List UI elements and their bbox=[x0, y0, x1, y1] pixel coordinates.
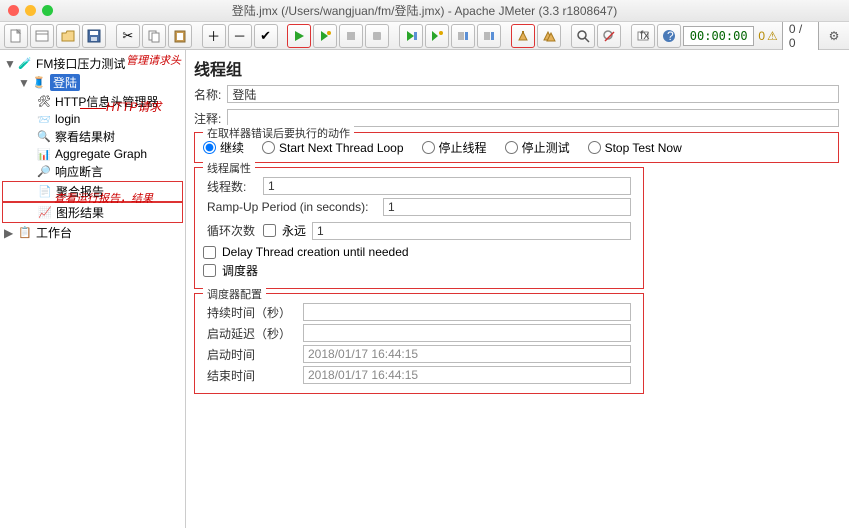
http-icon: 📨 bbox=[36, 112, 52, 126]
end-time-field[interactable] bbox=[303, 366, 631, 384]
window-titlebar: 登陆.jmx (/Users/wangjuan/fm/登陆.jmx) - Apa… bbox=[0, 0, 849, 22]
startup-delay-label: 启动延迟（秒） bbox=[207, 325, 297, 342]
tree-response-assertion[interactable]: 🔎 响应断言 bbox=[2, 162, 183, 181]
warning-count: 0 bbox=[758, 29, 765, 43]
thread-properties-title: 线程属性 bbox=[203, 160, 255, 176]
start-time-label: 启动时间 bbox=[207, 346, 297, 363]
threads-field[interactable] bbox=[263, 177, 631, 195]
active-threads-display: 0 / 0 bbox=[782, 19, 819, 53]
radio-continue[interactable]: 继续 bbox=[203, 139, 244, 156]
tree-header-manager-label: HTTP信息头管理器 bbox=[55, 93, 158, 110]
tree-aggregate-graph[interactable]: 📊 Aggregate Graph bbox=[2, 146, 183, 162]
templates-button[interactable] bbox=[30, 24, 54, 48]
radio-stop-test[interactable]: 停止测试 bbox=[505, 139, 570, 156]
graph-icon: 📊 bbox=[36, 147, 52, 161]
remote-start-all-button[interactable] bbox=[425, 24, 449, 48]
clear-button[interactable] bbox=[511, 24, 535, 48]
scheduler-checkbox[interactable]: 调度器 bbox=[203, 262, 635, 279]
radio-stop-now[interactable]: Stop Test Now bbox=[588, 141, 682, 155]
start-no-pause-button[interactable] bbox=[313, 24, 337, 48]
thread-group-panel: 线程组 名称: 注释: 在取样器错误后要执行的动作 继续 Start Next … bbox=[186, 50, 849, 528]
window-title: 登陆.jmx (/Users/wangjuan/fm/登陆.jmx) - Apa… bbox=[0, 2, 849, 19]
threads-label: 线程数: bbox=[207, 178, 257, 195]
tree-login-sampler[interactable]: 📨 login bbox=[2, 111, 183, 127]
expand-all-button[interactable]: ＋ bbox=[202, 24, 226, 48]
thread-group-icon: 🧵 bbox=[31, 76, 47, 90]
tree-root[interactable]: ▼ 🧪 FM接口压力测试 bbox=[2, 54, 183, 73]
tree-aggregate-graph-label: Aggregate Graph bbox=[55, 147, 147, 161]
radio-stop-thread[interactable]: 停止线程 bbox=[422, 139, 487, 156]
delay-thread-checkbox[interactable]: Delay Thread creation until needed bbox=[203, 245, 635, 259]
forever-checkbox[interactable]: 永远 bbox=[263, 222, 306, 239]
loop-label: 循环次数 bbox=[207, 222, 257, 239]
test-plan-tree[interactable]: ▼ 🧪 FM接口压力测试 ▼ 🧵 登陆 🛠 HTTP信息头管理器 📨 login… bbox=[0, 50, 186, 528]
name-field[interactable] bbox=[227, 85, 839, 103]
panel-title: 线程组 bbox=[190, 54, 843, 82]
loop-count-field[interactable] bbox=[312, 222, 631, 240]
gear-icon[interactable]: ⚙ bbox=[823, 25, 845, 47]
save-button[interactable] bbox=[82, 24, 106, 48]
tree-thread-group[interactable]: ▼ 🧵 登陆 bbox=[2, 73, 183, 92]
tree-graph-results[interactable]: 📈 图形结果 bbox=[2, 202, 183, 223]
scheduler-title: 调度器配置 bbox=[203, 286, 266, 302]
config-icon: 🛠 bbox=[36, 95, 52, 109]
tree-aggregate-report[interactable]: 📄 聚合报告 bbox=[2, 181, 183, 202]
tree-thread-group-label: 登陆 bbox=[50, 74, 80, 91]
chart-icon: 📈 bbox=[37, 206, 53, 220]
tree-view-results[interactable]: 🔍 察看结果树 bbox=[2, 127, 183, 146]
tree-workbench[interactable]: ▶ 📋 工作台 bbox=[2, 223, 183, 242]
function-helper-button[interactable]: fx bbox=[631, 24, 655, 48]
new-button[interactable] bbox=[4, 24, 28, 48]
remote-start-button[interactable] bbox=[399, 24, 423, 48]
tree-aggregate-report-label: 聚合报告 bbox=[56, 183, 104, 200]
open-button[interactable] bbox=[56, 24, 80, 48]
on-error-group: 在取样器错误后要执行的动作 继续 Start Next Thread Loop … bbox=[194, 132, 839, 163]
tree-response-assertion-label: 响应断言 bbox=[55, 163, 103, 180]
paste-button[interactable] bbox=[168, 24, 192, 48]
svg-text:?: ? bbox=[667, 29, 674, 43]
report-icon: 📄 bbox=[37, 185, 53, 199]
reset-search-button[interactable] bbox=[597, 24, 621, 48]
radio-start-next[interactable]: Start Next Thread Loop bbox=[262, 141, 404, 155]
clear-all-button[interactable] bbox=[537, 24, 561, 48]
tree-view-results-label: 察看结果树 bbox=[55, 128, 115, 145]
collapse-all-button[interactable]: － bbox=[228, 24, 252, 48]
scheduler-group: 调度器配置 持续时间（秒） 启动延迟（秒） 启动时间 结束时间 bbox=[194, 293, 644, 394]
run-time-display: 00:00:00 bbox=[683, 26, 755, 46]
duration-label: 持续时间（秒） bbox=[207, 304, 297, 321]
main-toolbar: ✂ ＋ － ✔ fx ? 00:00:00 0 ⚠ 0 / 0 ⚙ bbox=[0, 22, 849, 50]
help-button[interactable]: ? bbox=[657, 24, 681, 48]
beaker-icon: 🧪 bbox=[17, 57, 33, 71]
workbench-icon: 📋 bbox=[17, 226, 33, 240]
start-button[interactable] bbox=[287, 24, 311, 48]
end-time-label: 结束时间 bbox=[207, 367, 297, 384]
remote-shutdown-button[interactable] bbox=[477, 24, 501, 48]
stop-button[interactable] bbox=[339, 24, 363, 48]
shutdown-button[interactable] bbox=[365, 24, 389, 48]
start-time-field[interactable] bbox=[303, 345, 631, 363]
name-label: 名称: bbox=[194, 86, 221, 103]
tree-workbench-label: 工作台 bbox=[36, 224, 72, 241]
copy-button[interactable] bbox=[142, 24, 166, 48]
search-button[interactable] bbox=[571, 24, 595, 48]
ramp-up-field[interactable] bbox=[383, 198, 631, 216]
tree-graph-results-label: 图形结果 bbox=[56, 204, 104, 221]
warning-counter: 0 ⚠ bbox=[758, 29, 777, 43]
warning-icon: ⚠ bbox=[767, 29, 778, 43]
toggle-button[interactable]: ✔ bbox=[254, 24, 278, 48]
results-tree-icon: 🔍 bbox=[36, 130, 52, 144]
tree-login-label: login bbox=[55, 112, 80, 126]
cut-button[interactable]: ✂ bbox=[116, 24, 140, 48]
tree-root-label: FM接口压力测试 bbox=[36, 55, 125, 72]
duration-field[interactable] bbox=[303, 303, 631, 321]
startup-delay-field[interactable] bbox=[303, 324, 631, 342]
remote-stop-button[interactable] bbox=[451, 24, 475, 48]
ramp-up-label: Ramp-Up Period (in seconds): bbox=[207, 200, 377, 214]
on-error-title: 在取样器错误后要执行的动作 bbox=[203, 125, 354, 141]
svg-text:fx: fx bbox=[640, 29, 649, 42]
assertion-icon: 🔎 bbox=[36, 165, 52, 179]
thread-properties-group: 线程属性 线程数: Ramp-Up Period (in seconds): 循… bbox=[194, 167, 644, 289]
comment-label: 注释: bbox=[194, 110, 221, 127]
tree-header-manager[interactable]: 🛠 HTTP信息头管理器 bbox=[2, 92, 183, 111]
